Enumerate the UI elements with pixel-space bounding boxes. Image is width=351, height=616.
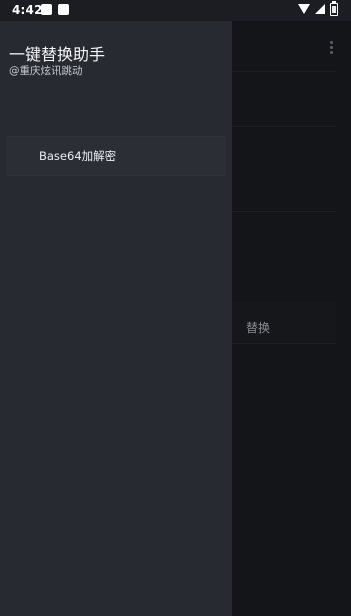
status-bar: 4:42 [0, 0, 351, 21]
drawer-item-base64[interactable]: Base64加解密 [6, 136, 226, 176]
drawer-header: 一键替换助手 @重庆炫讯跳动 [0, 21, 232, 81]
wifi-icon [298, 4, 310, 14]
list-row [232, 21, 336, 72]
notification-icon [41, 4, 52, 15]
replace-label: 替换 [246, 321, 271, 335]
cellular-signal-icon [315, 4, 325, 14]
drawer-item-label: Base64加解密 [39, 149, 117, 163]
main-content: 替换 [232, 21, 351, 616]
notification-icon [58, 4, 69, 15]
list-row [232, 211, 336, 302]
battery-icon [330, 1, 338, 16]
list-row [232, 126, 336, 212]
navigation-drawer: 一键替换助手 @重庆炫讯跳动 Base64加解密 [0, 21, 232, 616]
screen: 4:42 替换 一键替换助手 @重庆炫讯跳动 Base64加解密 [0, 0, 351, 616]
status-time: 4:42 [12, 3, 43, 17]
list-row [232, 71, 336, 127]
app-title: 一键替换助手 [9, 45, 106, 64]
app-subtitle: @重庆炫讯跳动 [9, 65, 83, 77]
